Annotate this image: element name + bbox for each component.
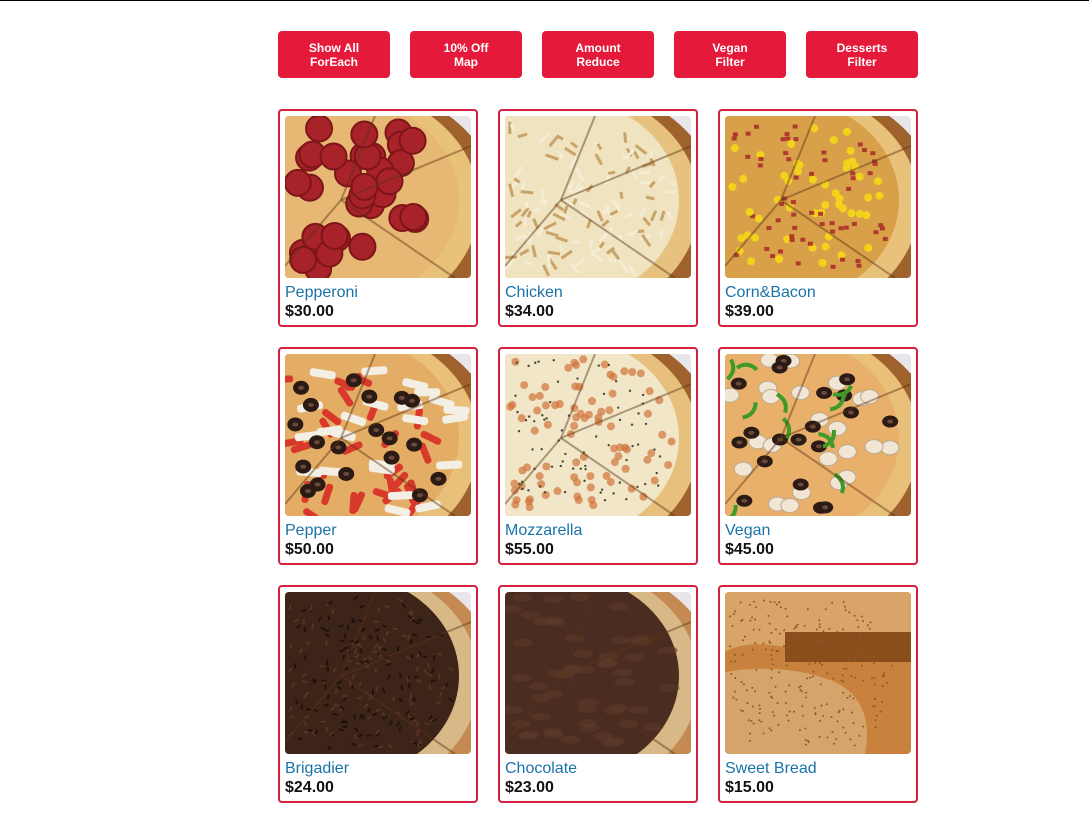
product-image xyxy=(285,592,471,754)
product-price: $23.00 xyxy=(505,779,554,796)
product-image xyxy=(285,116,471,278)
button-label-line2: Filter xyxy=(715,54,745,69)
product-name: Chocolate xyxy=(505,760,578,777)
product-price: $45.00 xyxy=(725,541,774,558)
product-price: $55.00 xyxy=(505,541,554,558)
button-label-line1: Show All xyxy=(308,40,360,55)
product-card[interactable]: Pepperoni $30.00 xyxy=(278,109,478,327)
product-price: $15.00 xyxy=(725,779,774,796)
product-name: Pepperoni xyxy=(285,284,358,301)
button-label-line1: Desserts xyxy=(836,40,888,55)
product-grid: Pepperoni $30.00 Chicken $34.00 Corn&Bac… xyxy=(278,109,918,803)
filter-toolbar: Show All ForEach 10% Off Map Amount Redu… xyxy=(278,31,918,78)
product-name: Corn&Bacon xyxy=(725,284,816,301)
button-label-line2: ForEach xyxy=(309,54,358,69)
product-card[interactable]: Vegan $45.00 xyxy=(718,347,918,565)
product-image xyxy=(285,354,471,516)
product-name: Brigadier xyxy=(285,760,350,777)
desserts-filter-button[interactable]: Desserts Filter xyxy=(806,31,918,78)
button-label-line1: Vegan xyxy=(712,40,748,55)
vegan-filter-button[interactable]: Vegan Filter xyxy=(674,31,786,78)
product-image xyxy=(725,354,911,516)
product-name: Vegan xyxy=(725,522,771,539)
product-price: $39.00 xyxy=(725,303,774,320)
product-image xyxy=(725,116,911,278)
button-label-line1: 10% Off xyxy=(443,40,489,55)
product-card[interactable]: Chicken $34.00 xyxy=(498,109,698,327)
product-card[interactable]: Pepper $50.00 xyxy=(278,347,478,565)
product-name: Chicken xyxy=(505,284,563,301)
product-card[interactable]: Corn&Bacon $39.00 xyxy=(718,109,918,327)
product-name: Mozzarella xyxy=(505,522,583,539)
product-card[interactable]: Mozzarella $55.00 xyxy=(498,347,698,565)
product-image xyxy=(505,354,691,516)
amount-reduce-button[interactable]: Amount Reduce xyxy=(542,31,654,78)
product-card[interactable]: Sweet Bread $15.00 xyxy=(718,585,918,803)
product-price: $34.00 xyxy=(505,303,554,320)
show-all-foreach-button[interactable]: Show All ForEach xyxy=(278,31,390,78)
ten-percent-off-map-button[interactable]: 10% Off Map xyxy=(410,31,522,78)
product-price: $50.00 xyxy=(285,541,334,558)
product-image xyxy=(505,116,691,278)
button-label-line2: Map xyxy=(454,54,478,69)
product-image xyxy=(505,592,691,754)
button-label-line2: Reduce xyxy=(576,54,620,69)
button-label-line2: Filter xyxy=(847,54,877,69)
product-image xyxy=(725,592,911,754)
product-price: $24.00 xyxy=(285,779,334,796)
product-card[interactable]: Brigadier $24.00 xyxy=(278,585,478,803)
product-name: Sweet Bread xyxy=(725,760,817,777)
top-divider xyxy=(0,0,1089,1)
product-name: Pepper xyxy=(285,522,337,539)
product-card[interactable]: Chocolate $23.00 xyxy=(498,585,698,803)
product-price: $30.00 xyxy=(285,303,334,320)
button-label-line1: Amount xyxy=(575,40,621,55)
